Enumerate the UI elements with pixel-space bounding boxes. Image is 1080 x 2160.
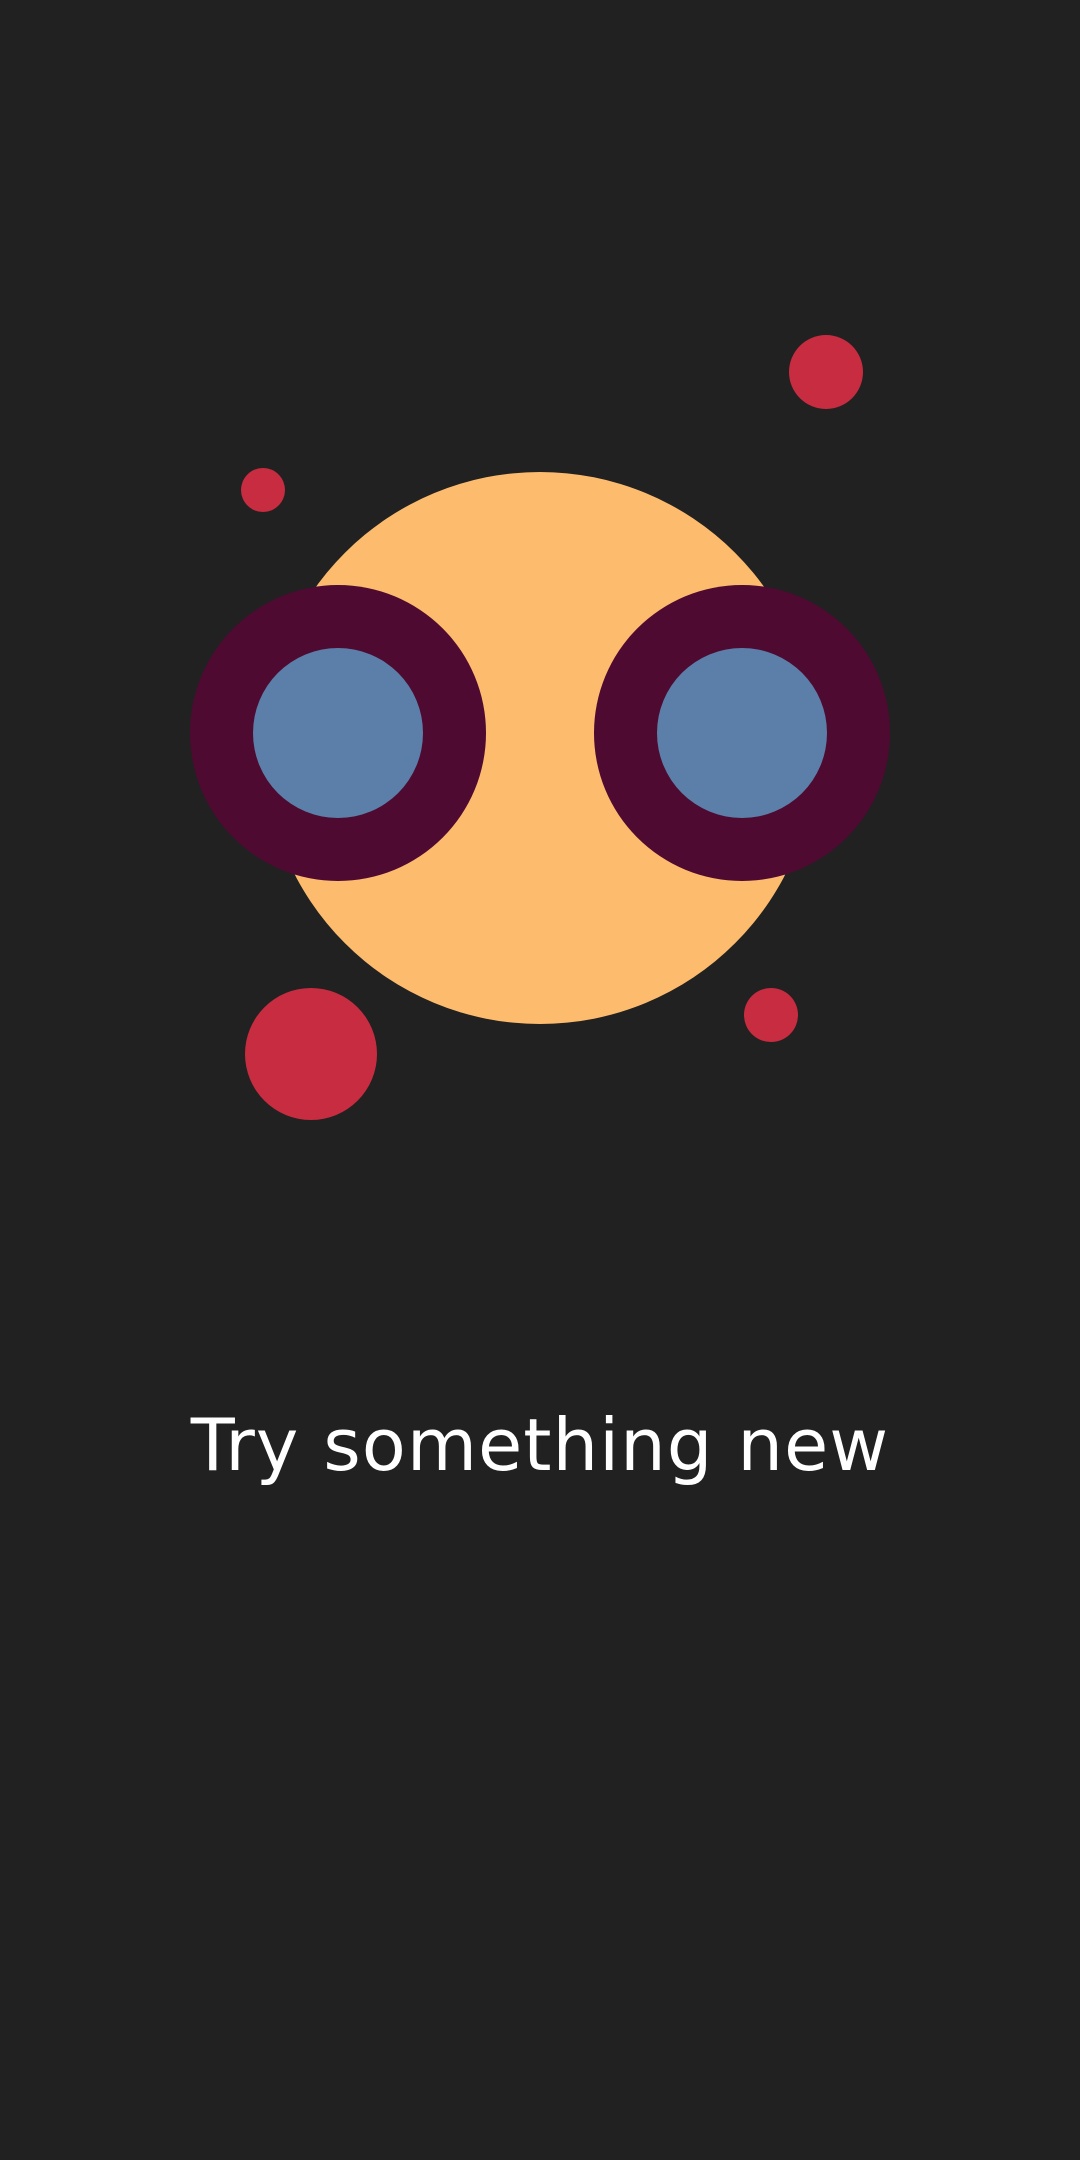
decorative-dot	[245, 988, 377, 1120]
headline-text: Try something new	[190, 1403, 890, 1487]
decorative-dot	[241, 468, 285, 512]
right-eye-lens	[657, 648, 827, 818]
decorative-dot	[789, 335, 863, 409]
decorative-dot	[744, 988, 798, 1042]
left-eye-lens	[253, 648, 423, 818]
goggle-face-icon	[190, 335, 890, 1120]
onboarding-screen: Try something new	[0, 0, 1080, 2160]
